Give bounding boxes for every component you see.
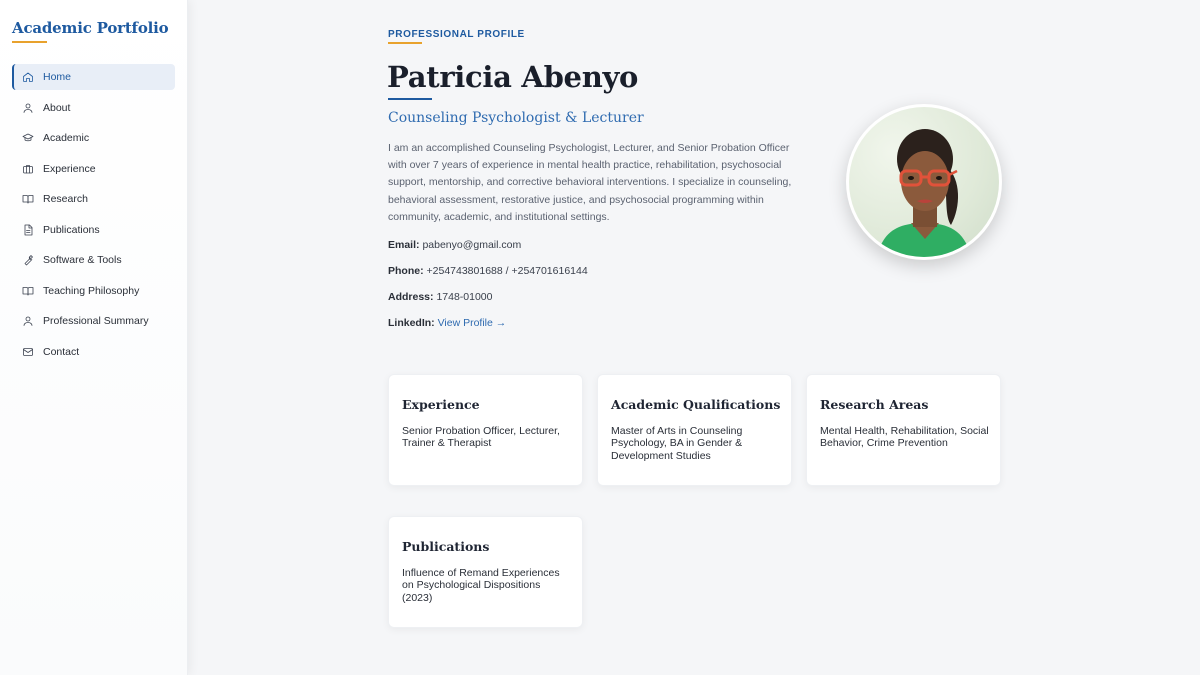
name-underline: [388, 98, 432, 100]
address-label: Address:: [388, 291, 434, 303]
address-value: 1748-01000: [436, 291, 493, 303]
card-academic-qualifications[interactable]: Academic Qualifications Master of Arts i…: [597, 374, 792, 486]
sidebar-item-label: Experience: [43, 162, 96, 175]
sidebar-item-academic[interactable]: Academic: [12, 125, 175, 151]
phone-value[interactable]: +254743801688 / +254701616144: [427, 265, 588, 277]
card-body: Master of Arts in Counseling Psychology,…: [611, 425, 743, 462]
sidebar-item-about[interactable]: About: [12, 95, 175, 121]
profile-bio: I am an accomplished Counseling Psycholo…: [388, 142, 792, 223]
card-body: Influence of Remand Experiences on Psych…: [402, 567, 560, 604]
card-research-areas[interactable]: Research Areas Mental Health, Rehabilita…: [806, 374, 1001, 486]
document-icon: [22, 224, 34, 236]
sidebar-item-professional-summary[interactable]: Professional Summary: [12, 308, 175, 334]
book-open-icon: [22, 193, 34, 205]
card-experience[interactable]: Experience Senior Probation Officer, Lec…: [388, 374, 583, 486]
sidebar-item-contact[interactable]: Contact: [12, 339, 175, 365]
sidebar-item-label: About: [43, 101, 71, 114]
mail-icon: [22, 346, 34, 358]
profile-photo: [849, 107, 999, 257]
card-body: Mental Health, Rehabilitation, Social Be…: [820, 425, 989, 450]
linkedin-link[interactable]: View Profile →: [438, 317, 507, 329]
sidebar-item-label: Teaching Philosophy: [43, 284, 140, 297]
sidebar-item-label: Research: [43, 193, 88, 205]
sidebar-item-label: Professional Summary: [43, 315, 149, 327]
card-publications[interactable]: Publications Influence of Remand Experie…: [388, 516, 583, 628]
sidebar-item-label: Academic: [43, 132, 90, 144]
email-value[interactable]: pabenyo@gmail.com: [422, 239, 521, 251]
wrench-icon: [22, 254, 34, 266]
contact-email: Email: pabenyo@gmail.com: [388, 239, 521, 251]
card-title: Experience: [402, 397, 480, 412]
sidebar-nav: Home About Academic Experience Research: [12, 64, 175, 369]
profile-name: Patricia Abenyo: [387, 60, 639, 94]
sidebar-item-label: Contact: [43, 345, 80, 358]
phone-label: Phone:: [388, 265, 424, 277]
contact-phone: Phone: +254743801688 / +254701616144: [388, 265, 588, 277]
sidebar-item-label: Home: [43, 71, 72, 83]
graduation-cap-icon: [22, 132, 34, 144]
eyebrow-underline: [388, 42, 422, 44]
sidebar-item-publications[interactable]: Publications: [12, 217, 175, 243]
contact-linkedin: LinkedIn: View Profile →: [388, 317, 506, 329]
card-title: Publications: [402, 539, 490, 554]
sidebar-item-label: Publications: [43, 223, 100, 236]
brand-title[interactable]: Academic Portfolio: [12, 19, 169, 37]
user-icon: [22, 102, 34, 114]
sidebar: Academic Portfolio Home About Academic E…: [0, 0, 188, 675]
contact-address: Address: 1748-01000: [388, 291, 493, 303]
home-icon: [22, 71, 34, 83]
sidebar-item-teaching-philosophy[interactable]: Teaching Philosophy: [12, 278, 175, 304]
sidebar-item-label: Software & Tools: [43, 254, 122, 266]
card-title: Academic Qualifications: [611, 397, 781, 412]
section-eyebrow: PROFESSIONAL PROFILE: [388, 29, 525, 40]
profile-role: Counseling Psychologist & Lecturer: [388, 110, 644, 126]
brand-underline: [12, 41, 47, 43]
linkedin-label: LinkedIn:: [388, 317, 435, 329]
user-icon: [22, 315, 34, 327]
sidebar-item-experience[interactable]: Experience: [12, 156, 175, 182]
sidebar-item-home[interactable]: Home: [12, 64, 175, 90]
briefcase-icon: [22, 163, 34, 175]
card-title: Research Areas: [820, 397, 929, 412]
avatar: [846, 104, 1002, 260]
sidebar-item-software-tools[interactable]: Software & Tools: [12, 247, 175, 273]
email-label: Email:: [388, 239, 420, 251]
book-icon: [22, 285, 34, 297]
card-body: Senior Probation Officer, Lecturer, Trai…: [402, 425, 560, 450]
sidebar-item-research[interactable]: Research: [12, 186, 175, 212]
